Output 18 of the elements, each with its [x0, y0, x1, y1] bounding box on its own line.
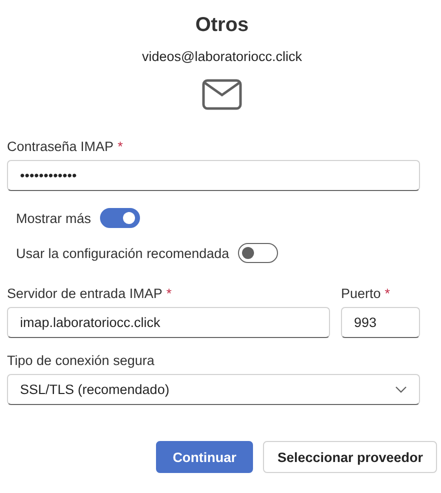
port-field[interactable]: 993: [341, 307, 420, 338]
password-field[interactable]: ••••••••••••: [7, 160, 420, 191]
continue-button[interactable]: Continuar: [156, 441, 254, 473]
password-label: Contraseña IMAP *: [7, 138, 124, 156]
server-field[interactable]: imap.laboratoriocc.click: [7, 307, 330, 338]
toggle-label: Usar la configuración recomendada: [16, 246, 230, 260]
toggle-switch[interactable]: [100, 208, 140, 228]
toggle-label: Mostrar más: [16, 210, 92, 226]
account-email: videos@laboratoriocc.click: [142, 48, 302, 66]
toggle-switch[interactable]: [238, 243, 278, 263]
security-dropdown[interactable]: SSL/TLS (recomendado): [7, 374, 420, 405]
chevron-down-icon: [395, 386, 407, 393]
dialog-title: Otros: [195, 13, 249, 38]
port-label: Puerto *: [341, 285, 392, 303]
server-label: Servidor de entrada IMAP *: [7, 285, 173, 303]
select-provider-button[interactable]: Seleccionar proveedor: [263, 441, 437, 473]
envelope-icon: [202, 79, 242, 110]
security-label: Tipo de conexión segura: [7, 352, 156, 370]
